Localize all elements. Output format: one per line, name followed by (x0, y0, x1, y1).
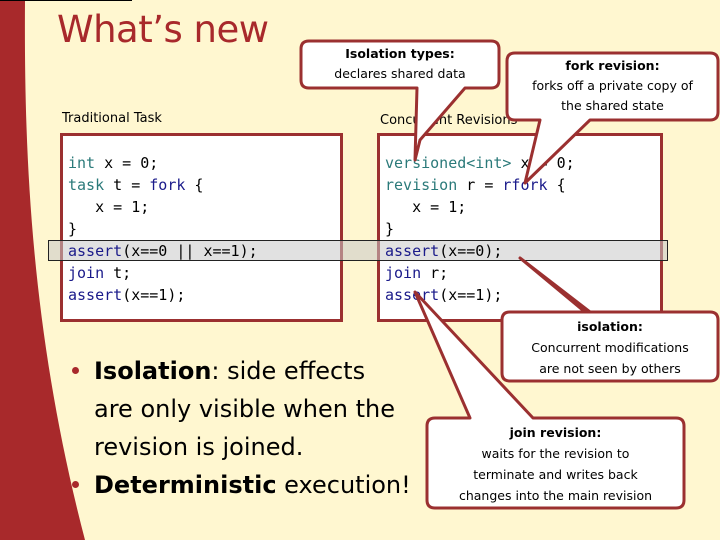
join-revision-callout-line: terminate and writes back (473, 467, 638, 482)
bullet-item-deterministic: Deterministic execution! (72, 466, 411, 504)
bullet-item-isolation: Isolation: side effects are only visible… (72, 352, 411, 466)
isolation-types-callout-line: declares shared data (334, 66, 466, 81)
isolation-types-callout-title: Isolation types: (345, 46, 455, 61)
isolation-callout-line: Concurrent modifications (531, 340, 689, 355)
join-revision-callout-title: join revision: (509, 425, 602, 440)
fork-revision-callout-line: forks off a private copy of (532, 78, 693, 93)
isolation-types-callout-text: Isolation types: declares shared data (301, 44, 499, 84)
bullet-bold: Isolation (94, 357, 212, 385)
isolation-callout-line: are not seen by others (539, 361, 681, 376)
bullet-bold: Deterministic (94, 471, 277, 499)
isolation-callout-text: isolation: Concurrent modifications are … (502, 316, 718, 379)
fork-revision-callout-line: the shared state (561, 98, 664, 113)
join-revision-callout-text: join revision: waits for the revision to… (427, 422, 684, 506)
fork-revision-callout-text: fork revision: forks off a private copy … (507, 56, 718, 116)
bullet-dot-icon (72, 367, 79, 374)
bullet-text: execution! (276, 471, 411, 499)
bullet-list: Isolation: side effects are only visible… (72, 352, 411, 504)
bullet-continuation: are only visible when the (94, 395, 396, 423)
bullet-continuation: revision is joined. (94, 433, 304, 461)
fork-revision-callout-title: fork revision: (565, 58, 660, 73)
join-revision-callout-line: changes into the main revision (458, 488, 653, 503)
bullet-text: : side effects (211, 357, 366, 385)
join-revision-callout-line: waits for the revision to (481, 446, 630, 461)
isolation-callout-title: isolation: (577, 319, 643, 334)
bullet-dot-icon (72, 481, 79, 488)
